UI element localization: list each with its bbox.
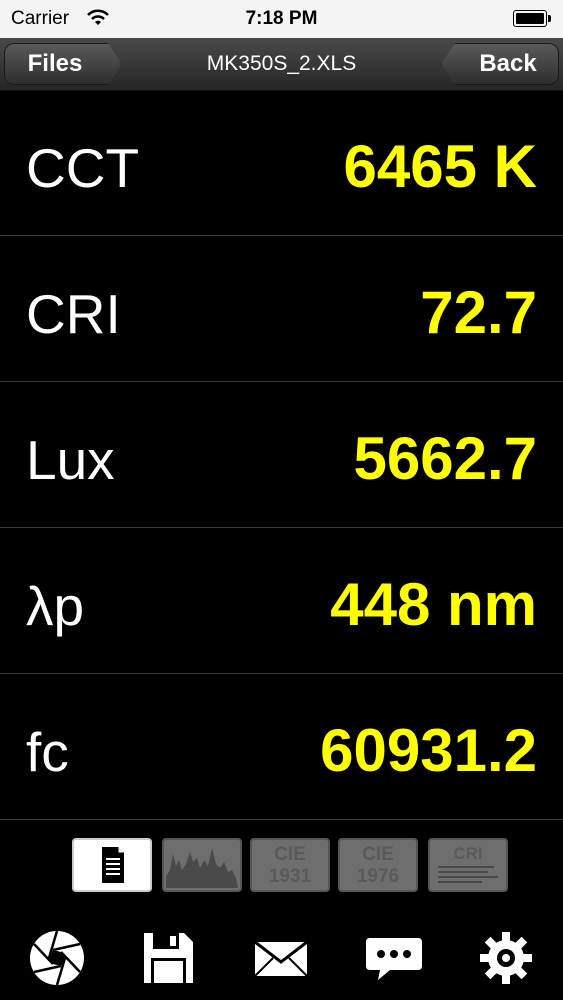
mail-icon[interactable] xyxy=(251,928,311,988)
tab-cie-1931[interactable]: CIE 1931 xyxy=(250,838,330,892)
save-icon[interactable] xyxy=(138,928,198,988)
cie-1931-line2: 1931 xyxy=(268,866,312,887)
bottom-toolbar xyxy=(0,922,563,1000)
cie-1976-line1: CIE xyxy=(362,844,394,865)
cri-bars-icon xyxy=(438,866,498,883)
tab-document[interactable] xyxy=(72,838,152,892)
document-icon xyxy=(102,847,124,883)
battery-icon xyxy=(513,10,551,27)
tab-cri[interactable]: CRI xyxy=(428,838,508,892)
cie-1976-line2: 1976 xyxy=(356,866,400,887)
measurement-label: fc xyxy=(26,721,69,783)
measurement-list: CCT 6465 K CRI 72.7 Lux 5662.7 λp 448 nm… xyxy=(0,90,563,820)
message-icon[interactable] xyxy=(364,928,424,988)
measurement-row-peak-wavelength: λp 448 nm xyxy=(0,528,563,674)
measurement-value: 6465 K xyxy=(343,133,537,200)
back-button[interactable]: Back xyxy=(441,43,559,85)
measurement-label: CCT xyxy=(26,137,140,199)
tab-spectrum[interactable] xyxy=(162,838,242,892)
measurement-value: 448 nm xyxy=(330,571,537,638)
gear-icon[interactable] xyxy=(476,928,536,988)
measurement-label: Lux xyxy=(26,429,115,491)
measurement-value: 5662.7 xyxy=(353,425,537,492)
measurement-label: CRI xyxy=(26,283,121,345)
aperture-icon[interactable] xyxy=(27,928,87,988)
navigation-bar: Files MK350S_2.XLS Back xyxy=(0,38,563,91)
measurement-row-cct: CCT 6465 K xyxy=(0,90,563,236)
measurement-value: 72.7 xyxy=(420,279,537,346)
measurement-row-lux: Lux 5662.7 xyxy=(0,382,563,528)
measurement-row-fc: fc 60931.2 xyxy=(0,674,563,820)
status-bar: Carrier 7:18 PM xyxy=(0,0,563,38)
cie-1931-line1: CIE xyxy=(274,844,306,865)
measurement-value: 60931.2 xyxy=(320,717,537,784)
status-time: 7:18 PM xyxy=(245,8,318,29)
view-selector: CIE 1931 CIE 1976 CRI xyxy=(0,838,563,894)
measurement-label: λp xyxy=(26,575,85,637)
tab-cie-1976[interactable]: CIE 1976 xyxy=(338,838,418,892)
spectrum-icon xyxy=(166,848,238,888)
measurement-row-cri: CRI 72.7 xyxy=(0,236,563,382)
